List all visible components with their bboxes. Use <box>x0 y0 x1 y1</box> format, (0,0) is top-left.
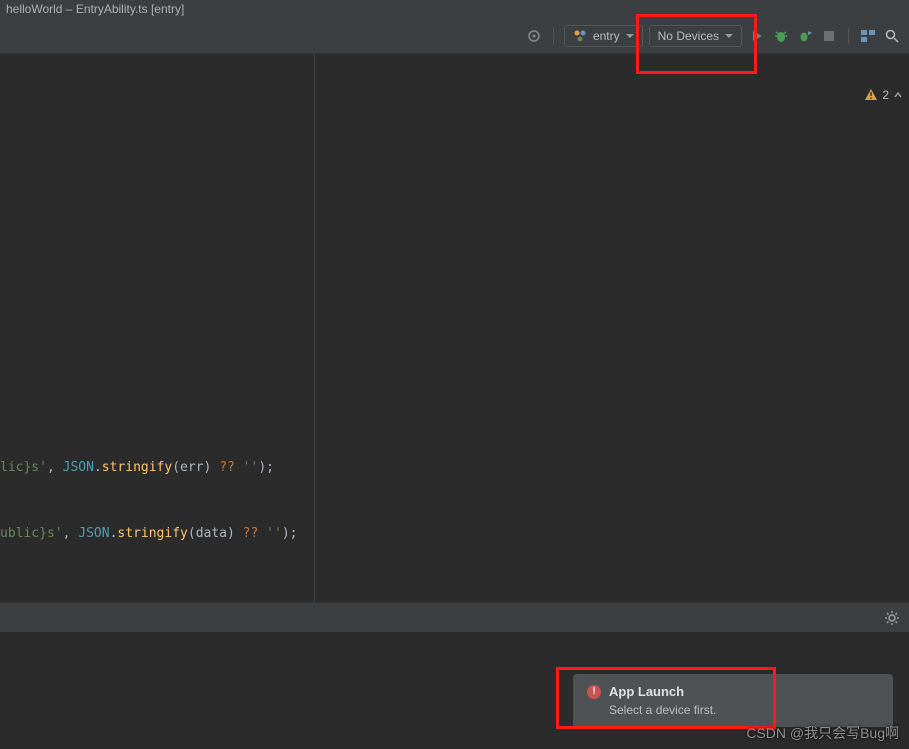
debug-icon[interactable] <box>772 27 790 45</box>
structure-icon[interactable] <box>859 27 877 45</box>
module-dropdown-label: entry <box>593 29 620 43</box>
module-dropdown[interactable]: entry <box>564 25 643 47</box>
window-title-text: helloWorld – EntryAbility.ts [entry] <box>6 2 184 16</box>
toolbar-divider <box>553 27 554 45</box>
right-editor-pane[interactable] <box>315 54 909 602</box>
editor-area: lic}s', JSON.stringify(err) ?? ''); ubli… <box>0 54 909 602</box>
attach-debug-icon[interactable] <box>796 27 814 45</box>
search-icon[interactable] <box>883 27 901 45</box>
left-editor-pane[interactable]: lic}s', JSON.stringify(err) ?? ''); ubli… <box>0 54 315 602</box>
watermark: CSDN @我只会写Bug啊 <box>746 723 899 743</box>
highlight-notification <box>556 667 776 729</box>
module-icon <box>573 29 587 43</box>
toolbar-divider <box>848 27 849 45</box>
sync-icon[interactable] <box>525 27 543 45</box>
bottom-toolbar <box>0 602 909 632</box>
gear-icon[interactable] <box>883 609 901 627</box>
code-line: ublic}s', JSON.stringify(data) ?? ''); <box>0 526 297 541</box>
main-toolbar: entry No Devices <box>0 18 909 54</box>
stop-icon[interactable] <box>820 27 838 45</box>
code-line: lic}s', JSON.stringify(err) ?? ''); <box>0 460 274 475</box>
chevron-down-icon <box>626 34 634 38</box>
window-title: helloWorld – EntryAbility.ts [entry] <box>0 0 909 18</box>
